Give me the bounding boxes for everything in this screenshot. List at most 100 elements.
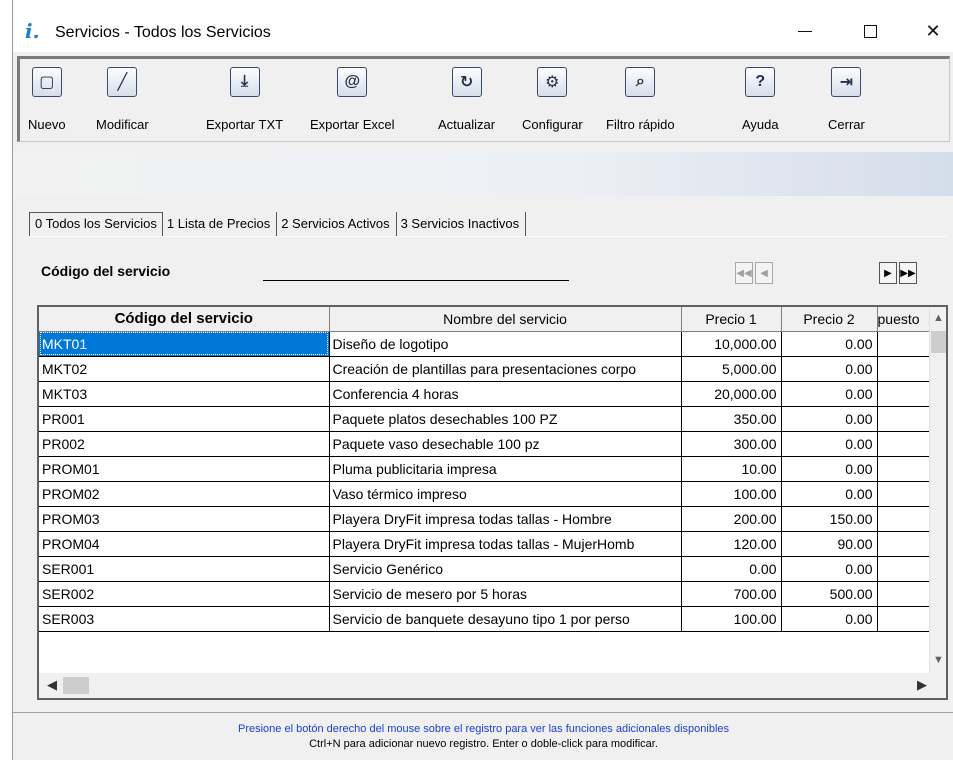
cell-price-1[interactable]: 350.00 bbox=[681, 406, 782, 432]
scroll-up-icon[interactable]: ▲ bbox=[930, 309, 946, 326]
table-row[interactable]: PROM02 Vaso térmico impreso 100.00 0.00 bbox=[39, 481, 934, 507]
tab-inactive-services[interactable]: 3 Servicios Inactivos bbox=[397, 212, 527, 236]
column-header-puesto[interactable]: puesto bbox=[877, 307, 934, 332]
table-row[interactable]: PR002 Paquete vaso desechable 100 pz 300.0… bbox=[39, 431, 934, 457]
scroll-down-icon[interactable]: ▼ bbox=[930, 651, 946, 668]
cell-puesto[interactable] bbox=[877, 381, 934, 407]
cell-service-code[interactable]: MKT02 bbox=[39, 356, 330, 382]
cell-price-1[interactable]: 100.00 bbox=[681, 606, 782, 632]
new-button[interactable]: ▢ Nuevo bbox=[28, 67, 66, 132]
scroll-right-icon[interactable]: ▶ bbox=[917, 677, 927, 693]
cell-service-code[interactable]: SER001 bbox=[39, 556, 330, 582]
table-row[interactable]: MKT02 Creación de plantillas para present… bbox=[39, 356, 934, 382]
service-code-search-input[interactable] bbox=[263, 259, 569, 281]
cell-service-code[interactable]: SER002 bbox=[39, 581, 330, 607]
first-record-button[interactable]: ◀◀ bbox=[735, 262, 753, 284]
cell-price-2[interactable]: 150.00 bbox=[781, 506, 878, 532]
cell-service-name[interactable]: Servicio de banquete desayuno tipo 1 por… bbox=[329, 606, 682, 632]
cell-puesto[interactable] bbox=[877, 556, 934, 582]
services-grid[interactable]: Código del servicio Nombre del servicio … bbox=[37, 305, 948, 700]
cell-puesto[interactable] bbox=[877, 356, 934, 382]
minimize-button[interactable] bbox=[783, 14, 827, 48]
cell-price-2[interactable]: 0.00 bbox=[781, 606, 878, 632]
cell-price-1[interactable]: 10,000.00 bbox=[681, 331, 782, 357]
cell-price-2[interactable]: 90.00 bbox=[781, 531, 878, 557]
maximize-button[interactable] bbox=[848, 14, 892, 48]
scroll-left-icon[interactable]: ◀ bbox=[47, 677, 57, 693]
cell-service-code[interactable]: PROM04 bbox=[39, 531, 330, 557]
cell-price-2[interactable]: 0.00 bbox=[781, 431, 878, 457]
quick-filter-button[interactable]: ⌕ Filtro rápido bbox=[606, 67, 675, 132]
close-window-button[interactable]: ✕ bbox=[911, 14, 953, 48]
cell-service-name[interactable]: Playera DryFit impresa todas tallas - Mu… bbox=[329, 531, 682, 557]
modify-button[interactable]: ╱ Modificar bbox=[96, 67, 149, 132]
cell-price-2[interactable]: 0.00 bbox=[781, 356, 878, 382]
cell-price-2[interactable]: 0.00 bbox=[781, 406, 878, 432]
cell-service-name[interactable]: Servicio de mesero por 5 horas bbox=[329, 581, 682, 607]
cell-puesto[interactable] bbox=[877, 481, 934, 507]
cell-price-2[interactable]: 500.00 bbox=[781, 581, 878, 607]
table-row[interactable]: PROM03 Playera DryFit impresa todas talla… bbox=[39, 506, 934, 532]
cell-puesto[interactable] bbox=[877, 431, 934, 457]
cell-price-2[interactable]: 0.00 bbox=[781, 481, 878, 507]
export-excel-button[interactable]: @ Exportar Excel bbox=[310, 67, 395, 132]
vertical-scroll-thumb[interactable] bbox=[931, 331, 946, 353]
cell-service-code[interactable]: MKT01 bbox=[39, 331, 330, 357]
cell-service-code[interactable]: PROM03 bbox=[39, 506, 330, 532]
table-row[interactable]: MKT03 Conferencia 4 horas 20,000.00 0.00 bbox=[39, 381, 934, 407]
cell-price-2[interactable]: 0.00 bbox=[781, 556, 878, 582]
cell-price-1[interactable]: 5,000.00 bbox=[681, 356, 782, 382]
cell-puesto[interactable] bbox=[877, 406, 934, 432]
table-row[interactable]: SER001 Servicio Genérico 0.00 0.00 bbox=[39, 556, 934, 582]
cell-service-name[interactable]: Conferencia 4 horas bbox=[329, 381, 682, 407]
cell-service-name[interactable]: Pluma publicitaria impresa bbox=[329, 456, 682, 482]
cell-price-1[interactable]: 300.00 bbox=[681, 431, 782, 457]
horizontal-scroll-thumb[interactable] bbox=[63, 677, 89, 694]
table-row[interactable]: PROM04 Playera DryFit impresa todas talla… bbox=[39, 531, 934, 557]
cell-price-1[interactable]: 100.00 bbox=[681, 481, 782, 507]
cell-service-name[interactable]: Paquete vaso desechable 100 pz bbox=[329, 431, 682, 457]
column-header-name[interactable]: Nombre del servicio bbox=[329, 307, 682, 332]
tab-price-list[interactable]: 1 Lista de Precios bbox=[163, 212, 278, 236]
configure-button[interactable]: ⚙ Configurar bbox=[522, 67, 583, 132]
exit-button[interactable]: ⇥ Cerrar bbox=[828, 67, 865, 132]
export-txt-button[interactable]: ⤓ Exportar TXT bbox=[206, 67, 283, 132]
cell-service-name[interactable]: Creación de plantillas para presentacion… bbox=[329, 356, 682, 382]
cell-price-2[interactable]: 0.00 bbox=[781, 456, 878, 482]
cell-service-name[interactable]: Diseño de logotipo bbox=[329, 331, 682, 357]
tab-active-services[interactable]: 2 Servicios Activos bbox=[277, 212, 397, 236]
table-row[interactable]: SER003 Servicio de banquete desayuno tipo… bbox=[39, 606, 934, 632]
last-record-button[interactable]: ▶▶ bbox=[899, 262, 917, 284]
cell-service-code[interactable]: PROM01 bbox=[39, 456, 330, 482]
title-bar[interactable]: i. Servicios - Todos los Servicios ✕ bbox=[13, 0, 953, 52]
cell-price-1[interactable]: 120.00 bbox=[681, 531, 782, 557]
cell-puesto[interactable] bbox=[877, 456, 934, 482]
cell-price-1[interactable]: 0.00 bbox=[681, 556, 782, 582]
cell-price-1[interactable]: 700.00 bbox=[681, 581, 782, 607]
cell-service-code[interactable]: MKT03 bbox=[39, 381, 330, 407]
cell-service-name[interactable]: Paquete platos desechables 100 PZ bbox=[329, 406, 682, 432]
cell-price-1[interactable]: 200.00 bbox=[681, 506, 782, 532]
tab-all-services[interactable]: 0 Todos los Servicios bbox=[29, 212, 163, 236]
column-header-code[interactable]: Código del servicio bbox=[39, 307, 330, 332]
column-header-price2[interactable]: Precio 2 bbox=[781, 307, 878, 332]
cell-puesto[interactable] bbox=[877, 581, 934, 607]
cell-service-name[interactable]: Servicio Genérico bbox=[329, 556, 682, 582]
refresh-button[interactable]: ↻ Actualizar bbox=[438, 67, 495, 132]
column-header-price1[interactable]: Precio 1 bbox=[681, 307, 782, 332]
cell-price-2[interactable]: 0.00 bbox=[781, 331, 878, 357]
cell-puesto[interactable] bbox=[877, 606, 934, 632]
cell-price-1[interactable]: 10.00 bbox=[681, 456, 782, 482]
horizontal-scrollbar[interactable]: ◀ ▶ bbox=[39, 673, 946, 698]
cell-service-code[interactable]: PR001 bbox=[39, 406, 330, 432]
cell-puesto[interactable] bbox=[877, 506, 934, 532]
cell-service-code[interactable]: PR002 bbox=[39, 431, 330, 457]
table-row[interactable]: PROM01 Pluma publicitaria impresa 10.00 0.0… bbox=[39, 456, 934, 482]
cell-price-2[interactable]: 0.00 bbox=[781, 381, 878, 407]
help-button[interactable]: ? Ayuda bbox=[742, 67, 779, 132]
cell-puesto[interactable] bbox=[877, 331, 934, 357]
table-row[interactable]: PR001 Paquete platos desechables 100 PZ 35… bbox=[39, 406, 934, 432]
cell-service-code[interactable]: PROM02 bbox=[39, 481, 330, 507]
previous-record-button[interactable]: ◀ bbox=[755, 262, 773, 284]
cell-service-name[interactable]: Playera DryFit impresa todas tallas - Ho… bbox=[329, 506, 682, 532]
